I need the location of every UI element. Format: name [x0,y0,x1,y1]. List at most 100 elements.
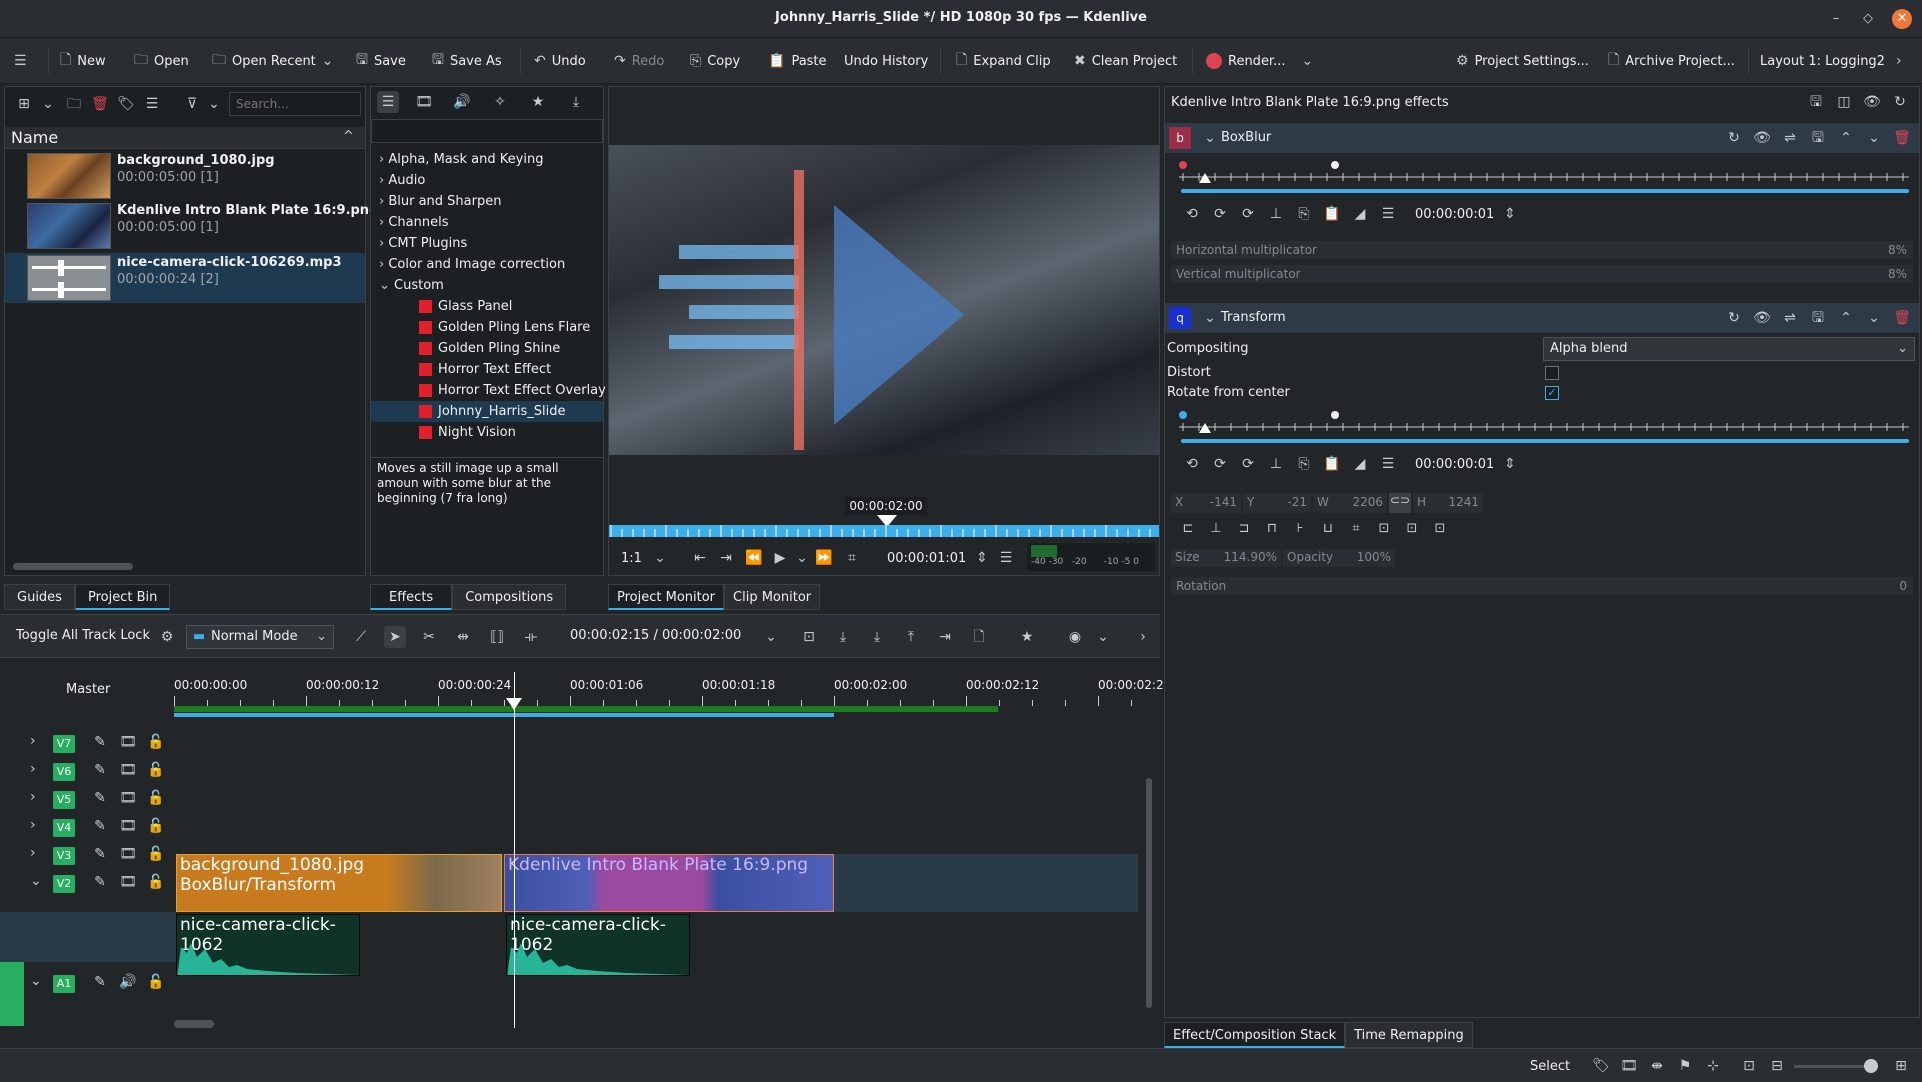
track-name[interactable]: V6 [53,763,75,781]
undo-button[interactable]: ↶ Undo [534,50,586,72]
save-stack-icon[interactable]: 🖫 [1805,91,1827,113]
expand-track-icon[interactable]: › [30,817,36,833]
align-right-icon[interactable]: ⊐ [1233,521,1255,536]
horizontal-scrollbar[interactable] [174,1020,214,1028]
chevron-down-icon[interactable]: ⌄ [791,547,813,569]
tab-guides[interactable]: Guides [4,584,75,610]
video-thumbnails-icon[interactable]: 🎞 [1618,1055,1640,1077]
chevron-down-icon[interactable]: ⌄ [1199,307,1221,329]
keyframe-stamp-icon[interactable]: ⊥ [1265,203,1287,225]
keyframe-playhead[interactable] [1199,173,1211,183]
zoom-slider[interactable] [1794,1065,1874,1068]
maximize-icon[interactable]: ◇ [1858,9,1878,29]
tab-clip-monitor[interactable]: Clip Monitor [724,584,821,610]
expand-track-icon[interactable]: › [30,761,36,777]
effects-icon[interactable]: ✎ [90,874,110,890]
align-left-icon[interactable]: ⊏ [1177,521,1199,536]
monitor-timecode[interactable]: 00:00:01:01 [887,551,966,566]
align-vcenter-icon[interactable]: ⊦ [1289,521,1311,536]
lift-icon[interactable]: ⤒ [900,626,922,648]
delete-icon[interactable]: 🗑 [1891,127,1913,149]
keyframe-menu-icon[interactable]: ☰ [1377,453,1399,475]
vertical-multiplicator-slider[interactable]: Vertical multiplicator 8% [1171,265,1913,283]
paste-button[interactable]: 📋 Paste [768,50,827,72]
reset-icon[interactable]: ↻ [1723,127,1745,149]
delete-icon[interactable]: 🗑 [1891,307,1913,329]
add-folder-icon[interactable]: 🗀 [63,93,85,115]
download-icon[interactable]: ⤓ [565,91,587,113]
razor-tool-icon[interactable]: ✂ [418,626,440,648]
x-field[interactable]: X -141 [1171,493,1241,513]
add-keyframe-icon[interactable]: ⟳ [1209,203,1231,225]
effect-category[interactable]: › Alpha, Mask and Keying [379,149,603,170]
track-name[interactable]: V3 [53,847,75,865]
bin-item[interactable]: nice-camera-click-106269.mp3 00:00:00:24… [5,253,365,303]
zoom-selector[interactable]: 1:1 [621,551,642,566]
record-audio-icon[interactable]: ◉ [1064,626,1086,648]
effect-category[interactable]: › Color and Image correction [379,254,603,275]
selection-zone-bar[interactable] [174,713,834,717]
lock-icon[interactable]: 🔓 [146,846,166,862]
tab-time-remapping[interactable]: Time Remapping [1345,1022,1473,1048]
transform-keyframe-ruler[interactable] [1179,409,1909,435]
save-as-button[interactable]: 🖫 Save As [432,50,502,72]
chevron-down-icon[interactable]: ⌄ [760,626,782,648]
open-recent-button[interactable]: 🗀 Open Recent ⌄ [212,50,334,72]
custom-effects-icon[interactable]: ✧ [489,91,511,113]
list-view-icon[interactable]: ☰ [141,93,163,115]
keyframe-marker[interactable] [1331,161,1339,169]
favorite-star-icon[interactable]: ★ [1016,626,1038,648]
rewind-icon[interactable]: ⏪ [743,547,765,569]
effects-icon[interactable]: ✎ [90,846,110,862]
more-chevron-icon[interactable]: › [1132,626,1154,648]
snapshot-icon[interactable]: 🗋 [968,626,990,648]
minimize-icon[interactable]: – [1826,9,1846,29]
effect-category-custom[interactable]: ⌄ Custom [379,275,603,296]
align-hcenter-icon[interactable]: ⊥ [1205,521,1227,536]
video-icon[interactable]: 🎞 [118,818,138,834]
add-keyframe-icon[interactable]: ⟳ [1209,453,1231,475]
audio-icon[interactable]: 🔊 [118,974,138,990]
keyframe-marker[interactable] [1179,411,1187,419]
expand-clip-button[interactable]: 🗋 Expand Clip [956,50,1051,72]
lock-icon[interactable]: 🔓 [146,734,166,750]
effects-icon[interactable]: ✎ [90,762,110,778]
boxblur-keyframe-ruler[interactable] [1179,159,1909,185]
prev-keyframe-icon[interactable]: ⟲ [1181,203,1203,225]
tab-effect-stack[interactable]: Effect/Composition Stack [1164,1022,1346,1048]
effect-category[interactable]: › Channels [379,212,603,233]
video-icon[interactable]: 🎞 [118,874,138,890]
align-bottom-icon[interactable]: ⊔ [1317,521,1339,536]
keyframe-stamp-icon[interactable]: ⊥ [1265,453,1287,475]
clean-project-button[interactable]: ✖ Clean Project [1074,50,1177,72]
tab-project-monitor[interactable]: Project Monitor [608,584,725,610]
effect-item[interactable]: Golden Pling Lens Flare [379,317,603,338]
split-compare-icon[interactable]: ◫ [1833,91,1855,113]
size-field[interactable]: Size 114.90% [1171,549,1281,567]
rotate-checkbox[interactable]: ✓ [1545,386,1559,400]
lock-icon[interactable]: 🔓 [146,818,166,834]
track-settings-icon[interactable]: ⚙ [156,626,178,648]
transform-keyframe-time[interactable]: 00:00:00:01 [1415,457,1494,472]
move-up-icon[interactable]: ⌃ [1835,307,1857,329]
paste-keyframe-icon[interactable]: 📋 [1321,203,1343,225]
zoom-in-icon[interactable]: ⊞ [1890,1055,1912,1077]
roll-tool-icon[interactable]: ⟛ [520,626,542,648]
save-button[interactable]: 🖫 Save [356,50,406,72]
expand-track-icon[interactable]: › [30,789,36,805]
effects-icon[interactable]: ✎ [90,734,110,750]
distort-checkbox[interactable] [1545,366,1559,380]
tag-icon[interactable]: 🏷 [115,93,137,115]
play-icon[interactable]: ▶ [769,547,791,569]
clip-audio-2[interactable]: nice-camera-click-1062 [506,914,690,976]
chevron-down-icon[interactable]: ⌄ [203,93,225,115]
set-in-point-icon[interactable]: ⇤ [689,547,711,569]
video-effects-icon[interactable]: 🎞 [413,91,435,113]
track-name[interactable]: V4 [53,819,75,837]
move-down-icon[interactable]: ⌄ [1863,307,1885,329]
render-button[interactable]: Render... ⌄ [1206,50,1313,72]
keyframes-icon[interactable]: ⇌ [1779,127,1801,149]
keyframe-marker[interactable] [1179,161,1187,169]
fast-forward-icon[interactable]: ⏩ [813,547,835,569]
filter-icon[interactable]: ⊽ [181,93,203,115]
